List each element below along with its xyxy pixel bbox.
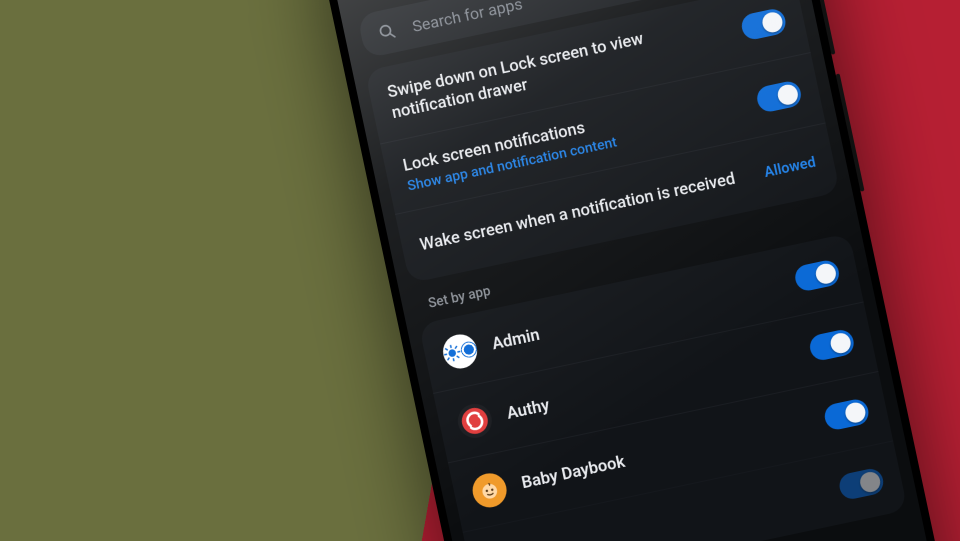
toggle-switch[interactable]: [739, 7, 787, 42]
toggle-switch[interactable]: [755, 79, 803, 114]
search-icon: [375, 20, 399, 44]
app-icon-baby-daybook: [469, 471, 509, 511]
toggle-switch[interactable]: [822, 397, 870, 432]
toggle-switch[interactable]: [808, 328, 856, 363]
screen: 4:49 Lock screen notifications Search fo…: [319, 0, 960, 541]
app-icon-admin: [440, 332, 480, 372]
search-placeholder: Search for apps: [410, 0, 524, 36]
phone: 4:49 Lock screen notifications Search fo…: [310, 0, 960, 541]
app-icon-authy: [455, 401, 495, 441]
toggle-switch[interactable]: [837, 467, 885, 502]
toggle-switch[interactable]: [793, 259, 841, 294]
setting-value: Allowed: [763, 153, 817, 180]
photo-background: 4:49 Lock screen notifications Search fo…: [0, 0, 960, 541]
